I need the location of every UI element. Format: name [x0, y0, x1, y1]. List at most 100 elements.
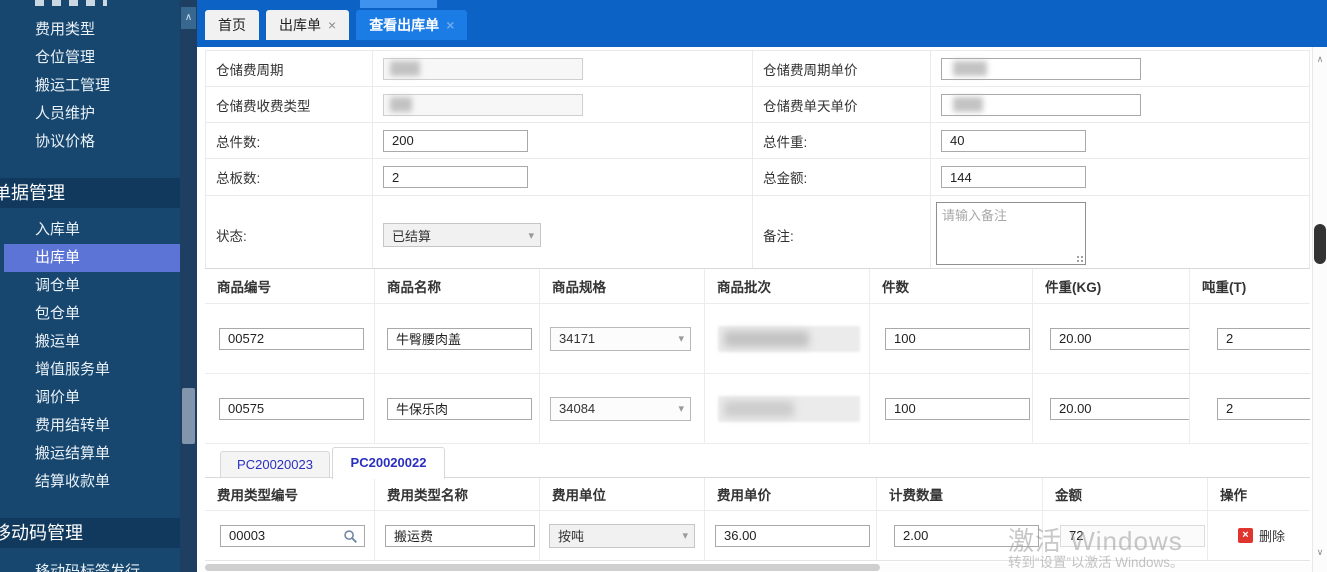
fee-code-field[interactable]: [220, 524, 365, 547]
tab-outbound-order[interactable]: 出库单 ×: [266, 10, 350, 40]
vertical-scrollbar-thumb[interactable]: [1314, 224, 1326, 264]
sidebar-item-handling-order[interactable]: 搬运单: [35, 332, 80, 352]
storage-fee-daily-price-input[interactable]: [941, 93, 1141, 116]
storage-fee-charge-type-field[interactable]: [383, 93, 583, 116]
sidebar-scroll-up-icon[interactable]: ∧: [181, 7, 196, 29]
delete-label: 删除: [1259, 529, 1286, 544]
field-label: 仓储费周期单价: [753, 51, 931, 86]
product-code-input[interactable]: [219, 327, 364, 350]
sidebar-item-outbound-order[interactable]: 出库单: [35, 248, 80, 268]
close-icon[interactable]: ×: [446, 18, 454, 32]
sidebar-item-fee-type[interactable]: 费用类型: [35, 20, 95, 40]
sidebar-item-settle-receipt[interactable]: 结算收款单: [35, 472, 110, 492]
product-name-input[interactable]: [387, 397, 532, 420]
fee-price-input[interactable]: [715, 524, 870, 547]
product-tonnage-input[interactable]: [1217, 397, 1310, 420]
chevron-down-icon: ▾: [678, 333, 684, 345]
remark-textarea[interactable]: [936, 202, 1086, 265]
status-select[interactable]: 已结算 ▾: [383, 223, 541, 247]
col-header: 金额: [1043, 478, 1208, 510]
tab-view-outbound-order[interactable]: 查看出库单 ×: [356, 10, 468, 40]
total-amount-input[interactable]: [941, 166, 1086, 188]
sidebar-item-porter-mgmt[interactable]: 搬运工管理: [35, 76, 110, 96]
sidebar-item-value-service[interactable]: 增值服务单: [35, 360, 110, 380]
horizontal-scrollbar[interactable]: [197, 563, 1312, 572]
storage-fee-period-price-input[interactable]: [941, 57, 1141, 80]
col-header: 吨重(T): [1202, 280, 1247, 295]
product-spec-select[interactable]: 34171 ▾: [550, 326, 691, 351]
fee-unit-value: 按吨: [558, 529, 585, 544]
fee-qty-input[interactable]: [894, 524, 1039, 547]
sidebar-item-inbound-order[interactable]: 入库单: [35, 220, 80, 240]
tab-home[interactable]: 首页: [205, 10, 259, 40]
sidebar-item-reprice-order[interactable]: 调价单: [35, 388, 80, 408]
total-pallets-input[interactable]: [383, 166, 528, 188]
col-header: 计费数量: [877, 478, 1043, 510]
col-header: 操作: [1220, 488, 1247, 503]
fee-amount-input[interactable]: [1060, 524, 1205, 547]
storage-fee-daily-price-field[interactable]: [941, 93, 1141, 116]
field-label: 仓储费收费类型: [206, 87, 373, 122]
sidebar-item-mobile-code-label[interactable]: 移动码标签发行: [35, 562, 140, 572]
storage-fee-charge-type-input[interactable]: [383, 93, 583, 116]
fee-name-input[interactable]: [385, 524, 535, 547]
sidebar-active-highlight: [4, 244, 180, 272]
fee-table-header: 费用类型编号 费用类型名称 费用单位 费用单价 计费数量 金额 操作: [205, 478, 1310, 511]
tab-view-outbound-label: 查看出库单: [369, 17, 440, 33]
fee-table: 费用类型编号 费用类型名称 费用单位 费用单价 计费数量 金额 操作 00003…: [205, 477, 1310, 561]
storage-fee-period-field[interactable]: [383, 57, 583, 80]
vertical-scrollbar[interactable]: ∧ ∨: [1312, 47, 1327, 572]
content-panel: 仓储费周期 仓储费周期单价 仓储费收费类型 仓储费单天单价 总件数: 200 总…: [197, 47, 1312, 563]
delete-button[interactable]: × 删除: [1238, 526, 1285, 545]
sidebar-item-bin-mgmt[interactable]: 仓位管理: [35, 48, 95, 68]
product-name-input[interactable]: [387, 327, 532, 350]
fee-row: 按吨 ▾ × 删除: [205, 511, 1310, 561]
sidebar-item-agreement-price[interactable]: 协议价格: [35, 132, 95, 152]
app-window: 费用类型 仓位管理 搬运工管理 人员维护 协议价格 单据管理 入库单 出库单 调…: [0, 0, 1327, 572]
chevron-down-icon: ▾: [678, 403, 684, 415]
search-icon[interactable]: [343, 529, 358, 547]
close-icon[interactable]: ×: [328, 18, 336, 32]
product-qty-input[interactable]: [885, 397, 1030, 420]
storage-fee-period-input[interactable]: [383, 57, 583, 80]
sidebar-scrollbar-thumb[interactable]: [182, 388, 195, 444]
col-header: 费用类型编号: [205, 478, 375, 510]
main-area: 首页 出库单 × 查看出库单 × 仓储费周期 仓储费周期单价 仓储费收费类型 仓…: [197, 0, 1327, 572]
product-tonnage-input[interactable]: [1217, 327, 1310, 350]
product-spec-value: 34171: [559, 331, 596, 346]
product-qty-input[interactable]: [885, 327, 1030, 350]
sidebar-item-staff-maint[interactable]: 人员维护: [35, 104, 95, 124]
field-label: 仓储费周期: [206, 51, 373, 86]
sidebar-scrollbar[interactable]: ∧: [180, 0, 197, 572]
product-code-input[interactable]: [219, 397, 364, 420]
product-weight-input[interactable]: [1050, 327, 1189, 350]
storage-fee-period-price-field[interactable]: [941, 57, 1141, 80]
tab-home-label: 首页: [218, 17, 246, 33]
total-weight-input[interactable]: [941, 129, 1086, 152]
col-header: 件数: [870, 269, 1033, 303]
sidebar-section-orders[interactable]: 单据管理: [0, 178, 180, 208]
total-pieces-input[interactable]: [383, 129, 528, 152]
product-weight-input[interactable]: [1050, 397, 1189, 420]
chevron-down-icon: ▾: [528, 229, 534, 242]
field-label: 总板数:: [206, 159, 373, 195]
sidebar-item-handling-settle[interactable]: 搬运结算单: [35, 444, 110, 464]
col-header: 费用单位: [540, 478, 705, 510]
sidebar-item-transfer-order[interactable]: 调仓单: [35, 276, 80, 296]
order-detail-form: 仓储费周期 仓储费周期单价 仓储费收费类型 仓储费单天单价 总件数: 200 总…: [205, 50, 1310, 275]
fee-unit-select[interactable]: 按吨 ▾: [549, 523, 695, 548]
field-label: 总件重:: [753, 123, 931, 158]
sidebar-item-package-order[interactable]: 包仓单: [35, 304, 80, 324]
fee-tab-pc20020022[interactable]: PC20020022: [332, 447, 445, 479]
redacted-value: [724, 400, 794, 417]
scroll-up-icon[interactable]: ∧: [1313, 51, 1327, 67]
sidebar-item-fee-carryover[interactable]: 费用结转单: [35, 416, 110, 436]
horizontal-scrollbar-thumb[interactable]: [205, 564, 880, 571]
product-spec-value: 34084: [559, 401, 596, 416]
fee-tab-pc20020023[interactable]: PC20020023: [220, 451, 330, 478]
sidebar-section-mobile-code[interactable]: 移动码管理: [0, 518, 180, 548]
product-row: 34084 ▾: [205, 374, 1310, 444]
col-header: 费用单价: [705, 478, 877, 510]
scroll-down-icon[interactable]: ∨: [1313, 544, 1327, 560]
product-spec-select[interactable]: 34084 ▾: [550, 396, 691, 421]
